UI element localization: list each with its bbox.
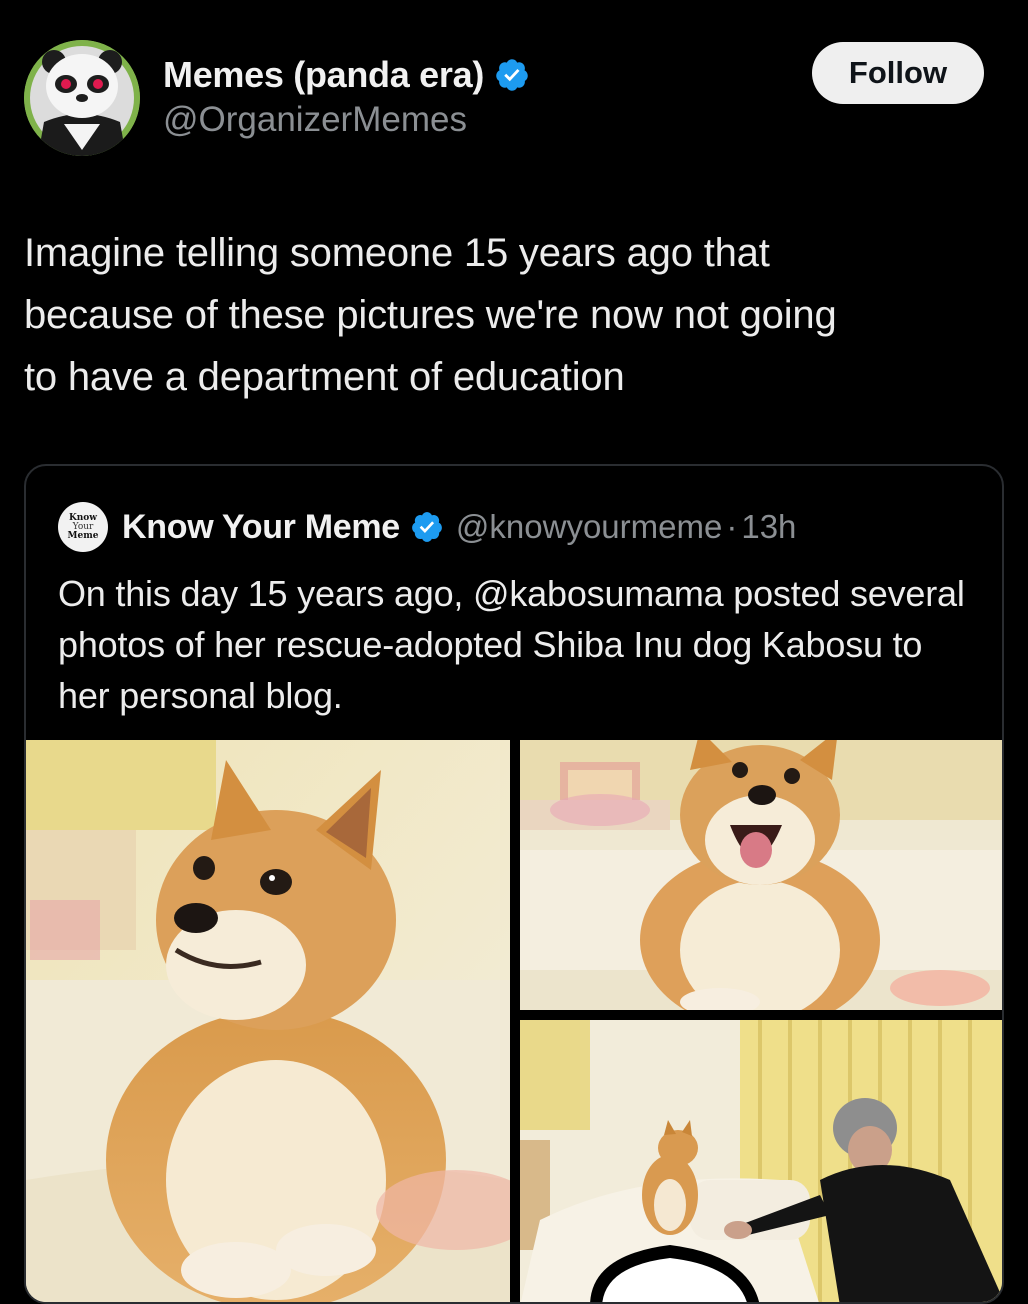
verified-badge-icon bbox=[412, 512, 442, 542]
quoted-tweet-header: Know Your Meme Know Your Meme @knowyourm… bbox=[58, 502, 796, 552]
know-your-meme-logo-icon[interactable]: Know Your Meme bbox=[58, 502, 108, 552]
shiba-inu-barking-photo[interactable] bbox=[520, 740, 1002, 1010]
logo-line-meme: Meme bbox=[67, 530, 99, 541]
quoted-tweet-text: On this day 15 years ago, @kabosumama po… bbox=[58, 573, 965, 716]
quoted-author-handle[interactable]: @knowyourmeme bbox=[456, 508, 722, 546]
quoted-tweet-card[interactable]: Know Your Meme Know Your Meme @knowyourm… bbox=[24, 464, 1004, 1304]
separator-dot: · bbox=[726, 508, 738, 545]
author-display-name[interactable]: Memes (panda era) bbox=[163, 54, 484, 96]
panda-avatar-icon bbox=[24, 40, 140, 156]
follow-button[interactable]: Follow bbox=[812, 42, 984, 104]
author-handle[interactable]: @OrganizerMemes bbox=[163, 100, 467, 140]
author-name-row: Memes (panda era) bbox=[163, 52, 530, 98]
tweet-text: Imagine telling someone 15 years ago tha… bbox=[24, 231, 837, 399]
quoted-timestamp[interactable]: 13h bbox=[741, 508, 796, 546]
author-avatar[interactable] bbox=[24, 40, 140, 156]
verified-badge-icon bbox=[496, 59, 528, 91]
quoted-author-name[interactable]: Know Your Meme bbox=[122, 508, 400, 547]
shiba-inu-side-eye-photo[interactable] bbox=[26, 740, 510, 1302]
shiba-inu-with-owner-photo[interactable] bbox=[520, 1020, 1002, 1302]
